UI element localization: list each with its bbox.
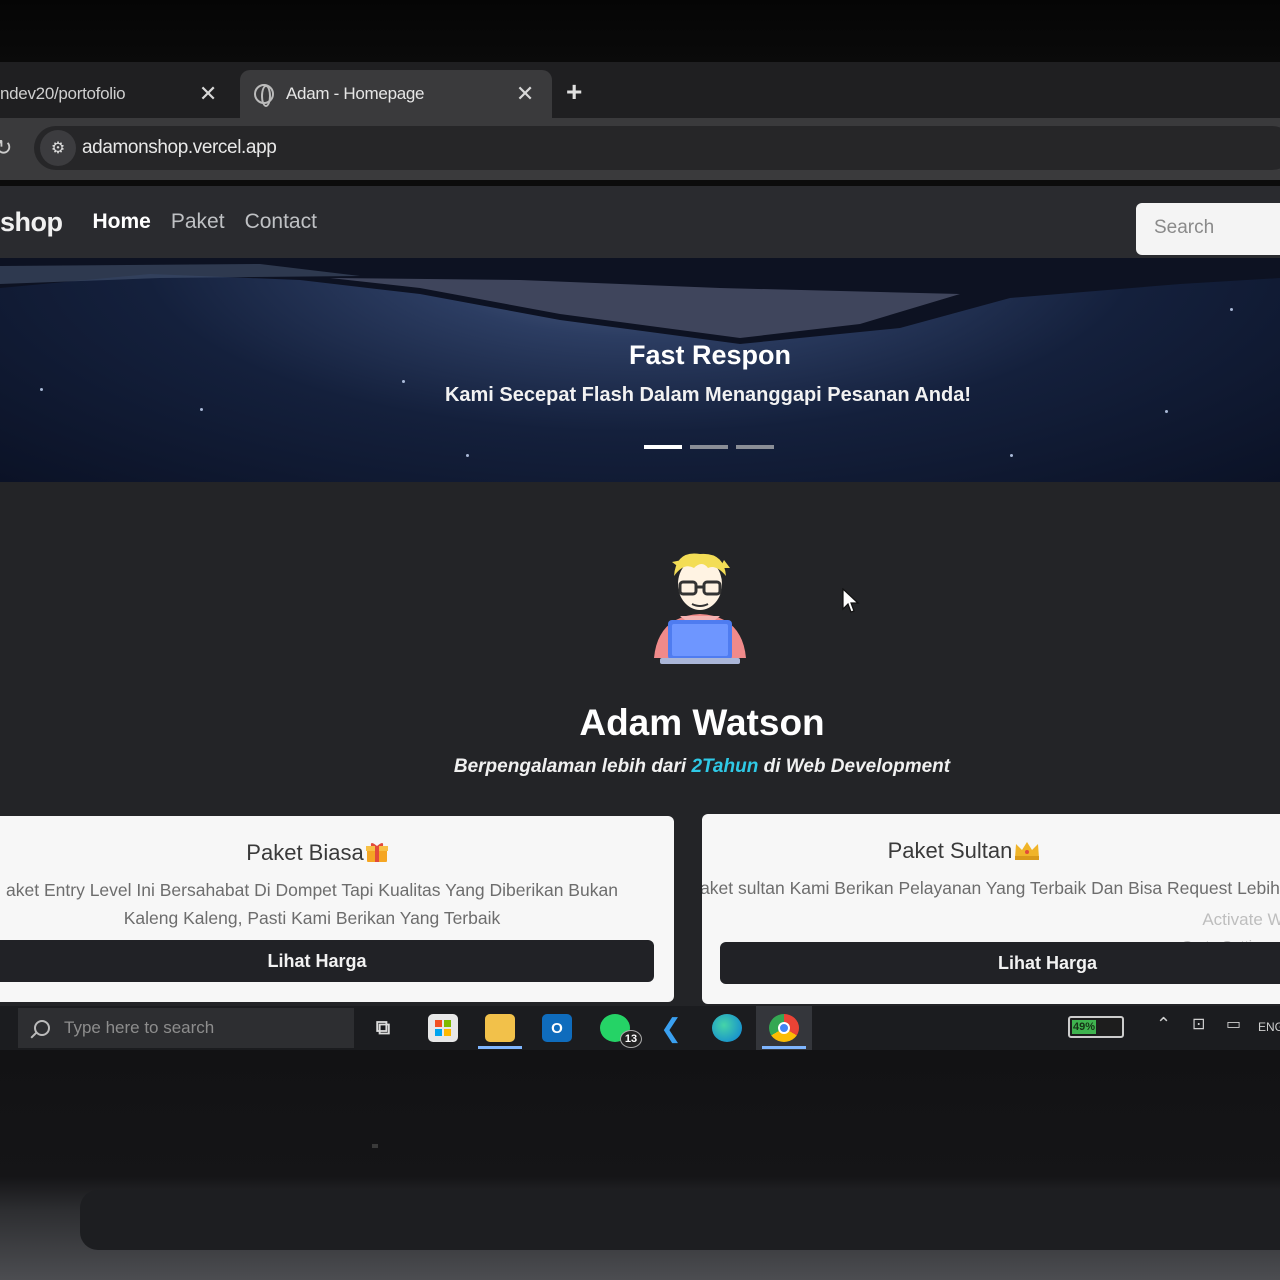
nav-link-contact[interactable]: Contact [245,210,317,234]
new-tab-button[interactable]: + [566,76,582,108]
brand-logo[interactable]: shop [0,207,63,238]
crown-icon [1015,842,1040,860]
carousel-indicator[interactable] [736,445,774,449]
tagline-highlight: 2Tahun [691,756,759,777]
gift-icon [365,843,388,862]
network-icon[interactable]: ⊡ [1192,1014,1205,1034]
edge-icon[interactable] [712,1014,742,1042]
card-title: Paket Sultan [702,838,1274,864]
globe-icon [254,84,274,107]
battery-indicator[interactable]: 49% [1068,1016,1124,1038]
tab-title: ndev20/portofolio [0,84,126,103]
taskbar-search[interactable]: Type here to search [18,1008,354,1048]
close-icon[interactable]: ✕ [199,81,217,107]
outlook-icon[interactable]: O [542,1014,572,1042]
nav-link-home[interactable]: Home [93,210,151,234]
browser-tab-strip: ndev20/portofolio ✕ Adam - Homepage ✕ + [0,62,1280,118]
language-indicator[interactable]: ENG [1258,1020,1280,1034]
nav-link-paket[interactable]: Paket [171,210,225,234]
tagline-text: di Web Development [758,756,951,777]
microsoft-store-icon[interactable] [428,1014,458,1042]
battery-level: 49% [1073,1021,1096,1033]
site-settings-icon[interactable]: ⚙ [40,130,76,166]
whatsapp-icon[interactable]: 13 [600,1014,642,1048]
site-navbar: shop Home Paket Contact Search [0,186,1280,258]
star [1165,410,1168,413]
search-input[interactable]: Search [1136,203,1280,255]
battery-tray-icon[interactable]: ▭ [1226,1014,1241,1034]
mouse-cursor-icon [842,588,860,613]
hero-subtitle: Kami Secepat Flash Dalam Menanggapi Pesa… [444,384,972,406]
tagline-text: Berpengalaman lebih dari [453,756,692,777]
browser-tab-active[interactable]: Adam - Homepage ✕ [240,70,552,118]
search-icon [34,1020,50,1036]
star [200,408,203,411]
windows-activation-watermark: Activate Window [1202,910,1280,929]
profile-name: Adam Watson [579,702,825,743]
windows-taskbar: Type here to search ⧉ O 13 ❮ 49% ⌃ ⊡ ▭ E… [0,1006,1280,1050]
task-view-icon[interactable]: ⧉ [368,1014,398,1042]
carousel-indicators [644,445,774,449]
browser-tab[interactable]: ndev20/portofolio ✕ [0,70,235,118]
reload-icon[interactable]: ↻ [0,135,12,161]
card-description: aket Entry Level Ini Bersahabat Di Dompe… [6,880,618,928]
photo-frame: ndev20/portofolio ✕ Adam - Homepage ✕ + … [0,0,1280,1280]
card-title-text: Paket Sultan [887,838,1013,863]
star [1010,454,1013,457]
package-card: Paket Sultan Paket sultan Kami Berikan P… [702,814,1280,1004]
developer-avatar [654,553,746,664]
hero-title: Fast Respon [628,340,792,370]
webcam-dot [372,1144,378,1148]
lihat-harga-button[interactable]: Lihat Harga [720,942,1280,984]
vscode-icon[interactable]: ❮ [656,1013,686,1043]
active-app-indicator [762,1046,806,1049]
carousel-indicator[interactable] [690,445,728,449]
url-text: adamonshop.vercel.app [82,137,277,158]
star [1230,308,1233,311]
profile-section: Adam Watson Berpengalaman lebih dari 2Ta… [0,482,1280,1006]
tab-title: Adam - Homepage [286,84,425,103]
star [466,454,469,457]
address-bar[interactable]: ⚙ adamonshop.vercel.app [34,126,1280,170]
notification-badge: 13 [620,1030,642,1048]
browser-toolbar: ↻ ⚙ adamonshop.vercel.app [0,118,1280,180]
close-icon[interactable]: ✕ [516,81,534,107]
laptop-hinge [80,1190,1280,1250]
card-description: Paket sultan Kami Berikan Pelayanan Yang… [702,878,1280,898]
chrome-icon[interactable] [769,1014,799,1042]
card-title: Paket Biasa [0,840,674,866]
hero-carousel: Fast Respon Kami Secepat Flash Dalam Men… [0,258,1280,482]
profile-tagline: Berpengalaman lebih dari 2Tahun di Web D… [0,756,1280,778]
card-title-text: Paket Biasa [246,840,364,865]
star [402,380,405,383]
chevron-up-icon[interactable]: ⌃ [1156,1014,1171,1035]
taskbar-search-placeholder: Type here to search [64,1018,215,1037]
carousel-indicator[interactable] [644,445,682,449]
file-explorer-icon[interactable] [485,1014,515,1042]
active-app-indicator [478,1046,522,1049]
package-card: Paket Biasa aket Entry Level Ini Bersaha… [0,816,674,1002]
lihat-harga-button[interactable]: Lihat Harga [0,940,654,982]
